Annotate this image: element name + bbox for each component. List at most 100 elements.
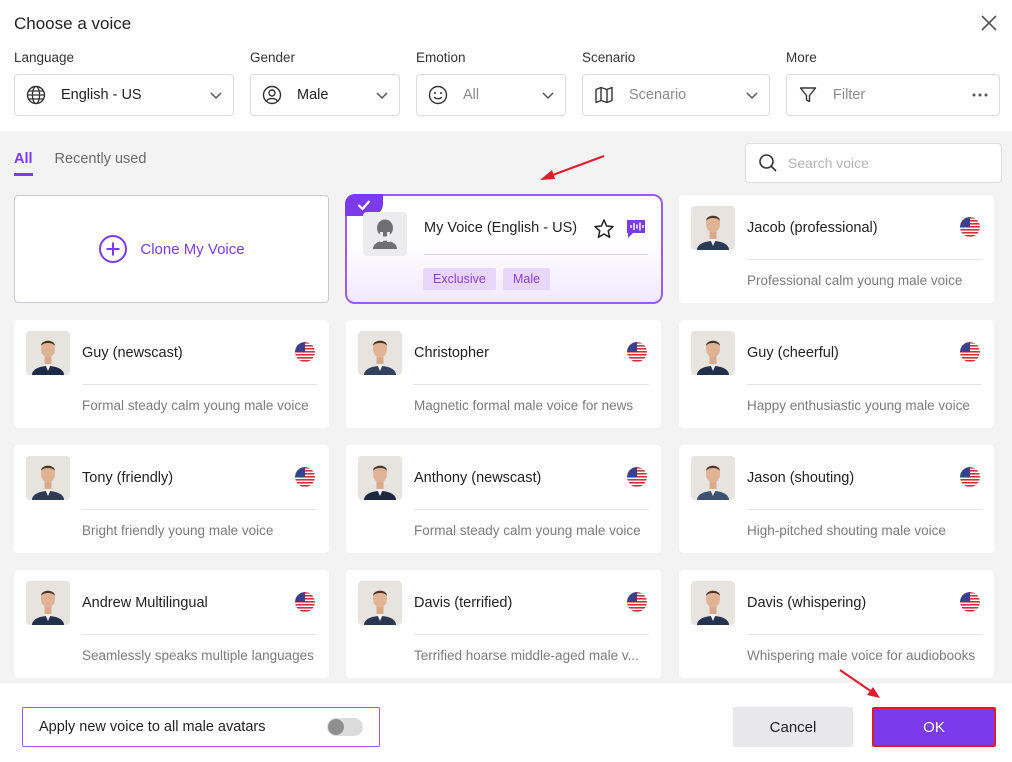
more-select[interactable]: Filter — [786, 74, 1000, 116]
voice-name: Anthony (newscast) — [414, 470, 542, 486]
more-dots-icon[interactable] — [971, 92, 989, 98]
close-icon[interactable] — [978, 12, 1000, 34]
scenario-value: Scenario — [629, 87, 687, 103]
voice-card[interactable]: Guy (newscast) Formal steady calm young m… — [14, 320, 329, 428]
tag-exclusive: Exclusive — [423, 268, 496, 290]
dialog-footer: Apply new voice to all male avatars Canc… — [0, 683, 1012, 762]
us-flag-icon — [960, 592, 980, 612]
divider — [82, 509, 317, 510]
scenario-select[interactable]: Scenario — [582, 74, 770, 116]
us-flag-icon — [295, 342, 315, 362]
clone-voice-card[interactable]: Clone My Voice — [14, 195, 329, 303]
gender-filter: Gender Male — [250, 50, 400, 116]
dialog-title: Choose a voice — [14, 14, 132, 33]
language-filter: Language English - US — [14, 50, 234, 116]
voice-description: Happy enthusiastic young male voice — [747, 398, 970, 413]
chevron-down-icon — [210, 92, 222, 100]
us-flag-icon — [295, 592, 315, 612]
ok-button[interactable]: OK — [872, 707, 996, 747]
voice-card[interactable]: Jacob (professional) Professional calm yo… — [679, 195, 994, 303]
language-value: English - US — [61, 87, 142, 103]
voice-card[interactable]: Christopher Magnetic formal male voice fo… — [346, 320, 661, 428]
scenario-label: Scenario — [582, 50, 636, 65]
voice-avatar — [358, 581, 402, 625]
voice-card[interactable]: Jason (shouting) High-pitched shouting ma… — [679, 445, 994, 553]
gender-label: Gender — [250, 50, 296, 65]
voice-avatar — [691, 206, 735, 250]
star-icon[interactable] — [593, 218, 615, 240]
voice-avatar — [26, 581, 70, 625]
search-input[interactable] — [788, 155, 988, 171]
chevron-down-icon — [376, 92, 388, 100]
divider — [414, 384, 649, 385]
divider — [414, 509, 649, 510]
apply-all-toggle[interactable] — [327, 718, 363, 736]
avatar-placeholder — [363, 212, 407, 256]
more-filter: More Filter — [786, 50, 1000, 116]
cancel-button[interactable]: Cancel — [733, 707, 853, 747]
emotion-select[interactable]: All — [416, 74, 566, 116]
divider — [747, 634, 982, 635]
tab-all[interactable]: All — [14, 151, 33, 176]
us-flag-icon — [627, 342, 647, 362]
chevron-down-icon — [746, 92, 758, 100]
divider — [82, 634, 317, 635]
us-flag-icon — [960, 217, 980, 237]
gender-select[interactable]: Male — [250, 74, 400, 116]
divider — [414, 634, 649, 635]
voice-avatar — [691, 581, 735, 625]
filter-bar: Language English - US Gender Male Emotio… — [14, 50, 1000, 116]
voice-card[interactable]: Tony (friendly) Bright friendly young mal… — [14, 445, 329, 553]
globe-icon — [25, 84, 47, 106]
chevron-down-icon — [542, 92, 554, 100]
emotion-label: Emotion — [416, 50, 466, 65]
apply-all-option: Apply new voice to all male avatars — [22, 707, 380, 747]
us-flag-icon — [627, 592, 647, 612]
gender-value: Male — [297, 87, 329, 103]
voice-card[interactable]: Guy (cheerful) Happy enthusiastic young m… — [679, 320, 994, 428]
voice-name: Guy (cheerful) — [747, 345, 839, 361]
voice-description: High-pitched shouting male voice — [747, 523, 946, 538]
voice-wave-icon[interactable] — [625, 219, 647, 239]
user-icon — [261, 84, 283, 106]
language-select[interactable]: English - US — [14, 74, 234, 116]
voice-description: Terrified hoarse middle-aged male v... — [414, 648, 639, 663]
us-flag-icon — [960, 467, 980, 487]
voice-name: Jason (shouting) — [747, 470, 855, 486]
voice-name: Jacob (professional) — [747, 220, 878, 236]
language-label: Language — [14, 50, 75, 65]
divider — [747, 259, 982, 260]
voice-card[interactable]: Anthony (newscast) Formal steady calm you… — [346, 445, 661, 553]
voice-card[interactable]: Davis (terrified) Terrified hoarse middle… — [346, 570, 661, 678]
voice-list-panel: All Recently used Clone My Voice My Voic… — [0, 131, 1012, 683]
divider — [82, 384, 317, 385]
tab-bar: All Recently used — [14, 151, 146, 176]
voice-avatar — [26, 456, 70, 500]
funnel-icon — [797, 84, 819, 106]
voice-description: Formal steady calm young male voice — [82, 398, 309, 413]
my-voice-card[interactable]: My Voice (English - US) Exclusive Male — [345, 194, 663, 304]
voice-card[interactable]: Andrew Multilingual Seamlessly speaks mul… — [14, 570, 329, 678]
emotion-filter: Emotion All — [416, 50, 566, 116]
voice-avatar — [358, 331, 402, 375]
divider — [747, 509, 982, 510]
voice-avatar — [358, 456, 402, 500]
voice-name: Davis (terrified) — [414, 595, 513, 611]
emotion-value: All — [463, 87, 480, 103]
more-value: Filter — [833, 87, 866, 103]
voice-card[interactable]: Davis (whispering) Whispering male voice … — [679, 570, 994, 678]
voice-name: Davis (whispering) — [747, 595, 867, 611]
toggle-knob — [328, 719, 344, 735]
voice-avatar — [26, 331, 70, 375]
smiley-icon — [427, 84, 449, 106]
us-flag-icon — [627, 467, 647, 487]
voice-description: Formal steady calm young male voice — [414, 523, 641, 538]
voice-avatar — [691, 456, 735, 500]
tag-male: Male — [503, 268, 551, 290]
apply-all-label: Apply new voice to all male avatars — [39, 719, 266, 735]
divider — [424, 254, 648, 255]
us-flag-icon — [960, 342, 980, 362]
tab-recently-used[interactable]: Recently used — [55, 151, 147, 176]
us-flag-icon — [295, 467, 315, 487]
voice-description: Bright friendly young male voice — [82, 523, 274, 538]
